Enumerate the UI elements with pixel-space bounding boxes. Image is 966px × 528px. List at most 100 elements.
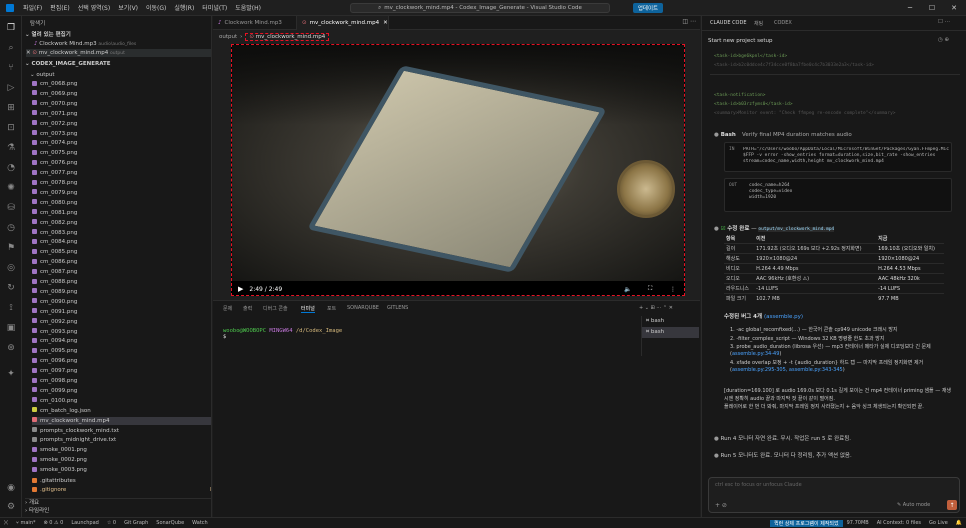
search-icon[interactable]: ⌕ <box>5 42 17 54</box>
remote-icon[interactable]: ⊡ <box>5 122 17 134</box>
volume-icon[interactable]: 🔈 <box>624 286 631 293</box>
testing-icon[interactable]: ⚗ <box>5 142 17 154</box>
tab-mv-clockwork-mind-mp4[interactable]: ⊙ mv_clockwork_mind.mp4 ✕ <box>297 16 389 30</box>
menu-run[interactable]: 실행(R) <box>170 3 198 12</box>
file-item[interactable]: cm_0100.png <box>32 397 211 405</box>
extensions-icon[interactable]: ⊞ <box>5 102 17 114</box>
menu-edit[interactable]: 편집(E) <box>46 3 74 12</box>
file-item[interactable]: cm_0090.png <box>32 298 211 306</box>
history-icon[interactable]: ↻ <box>5 282 17 294</box>
bell-icon[interactable]: 🔔 <box>952 520 966 526</box>
settings-gear-icon[interactable]: ⚙ <box>5 501 17 513</box>
star-status[interactable]: ☆ 0 <box>103 520 120 526</box>
run-debug-icon[interactable]: ▷ <box>5 82 17 94</box>
menu-view[interactable]: 보기(V) <box>114 3 142 12</box>
breadcrumb-file[interactable]: ⊙ mv_clockwork_mind.mp4 <box>245 32 330 41</box>
file-item[interactable]: cm_0093.png <box>32 328 211 336</box>
notification-badge[interactable]: 퀵런 상제 프로그램이 제작되었 <box>770 519 843 527</box>
chat-input-box[interactable]: ctrl esc to focus or unfocus Claude + ⊘ … <box>708 477 960 513</box>
maximize-icon[interactable]: ☐ <box>922 0 942 16</box>
timeline-icon[interactable]: ◷ <box>5 222 17 234</box>
file-item[interactable]: cm_0084.png <box>32 238 211 246</box>
menu-terminal[interactable]: 터미널(T) <box>198 3 231 12</box>
file-item[interactable]: cm_0092.png <box>32 318 211 326</box>
terminal-prompt[interactable]: woobo@WOOBOPC MINGW64 /d/Codex_Image $ <box>223 328 342 340</box>
tab-claude-code[interactable]: CLAUDE CODE <box>710 20 747 26</box>
timeline-section[interactable]: › 타임라인 <box>25 507 211 515</box>
file-item[interactable]: cm_0089.png <box>32 288 211 296</box>
tab-clockwork-mind-mp3[interactable]: ♪ Clockwork Mind.mp3 <box>213 16 297 30</box>
tab-problems[interactable]: 문제 <box>223 305 232 312</box>
close-icon[interactable]: ✕ <box>944 0 964 16</box>
play-icon[interactable]: ▶ <box>238 285 243 293</box>
account-icon[interactable]: ◉ <box>5 482 17 494</box>
sonar-icon[interactable]: ◎ <box>5 262 17 274</box>
file-item[interactable]: cm_0082.png <box>32 219 211 227</box>
watch-status[interactable]: Watch <box>188 520 212 526</box>
outline-section[interactable]: › 개요 <box>25 498 211 506</box>
file-item[interactable]: cm_0094.png <box>32 337 211 345</box>
file-item[interactable]: smoke_0001.png <box>32 446 211 454</box>
file-item[interactable]: prompts_midnight_drive.txt <box>32 436 211 444</box>
terminal-item[interactable]: ⌗ bash <box>642 327 699 338</box>
file-item[interactable]: cm_0083.png <box>32 229 211 237</box>
file-item[interactable]: cm_0099.png <box>32 387 211 395</box>
file-item[interactable]: cm_0087.png <box>32 268 211 276</box>
bookmark-icon[interactable]: ⚑ <box>5 242 17 254</box>
tab-sonarqube[interactable]: SONARQUBE <box>347 305 379 311</box>
open-editor-item[interactable]: ✕ ⊙ mv_clockwork_mind.mp4 output <box>26 49 211 57</box>
file-item[interactable]: cm_0079.png <box>32 189 211 197</box>
tab-ports[interactable]: 포트 <box>327 305 336 312</box>
folder-output[interactable]: ⌄ output <box>30 71 211 79</box>
go-live-status[interactable]: Go Live <box>925 520 952 526</box>
file-item[interactable]: cm_0069.png <box>32 90 211 98</box>
file-item[interactable]: cm_0085.png <box>32 248 211 256</box>
file-item[interactable]: cm_0091.png <box>32 308 211 316</box>
close-icon[interactable]: ✕ <box>383 20 388 26</box>
menu-selection[interactable]: 선택 영역(S) <box>74 3 114 12</box>
file-item[interactable]: cm_0074.png <box>32 139 211 147</box>
sonarqube-status[interactable]: SonarQube <box>152 520 188 526</box>
command-center[interactable]: ⌕ mv_clockwork_mind.mp4 - Codex_Image_Ge… <box>350 3 610 13</box>
menu-file[interactable]: 파일(F) <box>19 3 46 12</box>
file-item[interactable]: cm_0081.png <box>32 209 211 217</box>
claude-icon[interactable]: ✺ <box>5 182 17 194</box>
video-player[interactable]: ▶ 2:49 / 2:49 🔈 ⛶ ⋮ <box>231 44 685 296</box>
new-terminal-icon[interactable]: + ⌄ ⊞ ⋯ ⌃ ✕ <box>639 305 673 311</box>
file-gitignore[interactable]: .gitignoreM <box>32 486 211 494</box>
gitlens-icon[interactable]: ◔ <box>5 162 17 174</box>
git-graph-status[interactable]: Git Graph <box>120 520 152 526</box>
file-item[interactable]: cm_0096.png <box>32 357 211 365</box>
history-icon[interactable]: ◷ ⊕ <box>938 37 949 43</box>
container-icon[interactable]: ▣ <box>5 322 17 334</box>
file-item[interactable]: smoke_0003.png <box>32 466 211 474</box>
sparkle-icon[interactable]: ✦ <box>5 368 17 380</box>
problems-status[interactable]: ⊗ 0 ⚠ 0 <box>40 520 68 526</box>
send-icon[interactable]: ↑ <box>947 500 957 510</box>
auto-mode-toggle[interactable]: ✎ Auto mode <box>897 502 930 508</box>
tab-output[interactable]: 출력 <box>243 305 252 312</box>
panel-actions-icon[interactable]: ☐ ⋯ <box>938 19 950 25</box>
file-item[interactable]: cm_0086.png <box>32 258 211 266</box>
open-editors-section[interactable]: ⌄ 열려 있는 편집기 <box>25 31 211 39</box>
breadcrumb-folder[interactable]: output <box>219 34 237 40</box>
file-item[interactable]: cm_0080.png <box>32 199 211 207</box>
menu-help[interactable]: 도움말(H) <box>231 3 265 12</box>
file-item[interactable]: smoke_0002.png <box>32 456 211 464</box>
explorer-icon[interactable]: ❐ <box>5 22 17 34</box>
file-item[interactable]: mv_clockwork_mind.mp4 <box>32 416 211 425</box>
tab-codex[interactable]: CODEX <box>774 20 792 26</box>
menu-go[interactable]: 이동(G) <box>142 3 170 12</box>
update-button[interactable]: 업데이트 <box>633 3 663 13</box>
add-attachment-icon[interactable]: + ⊘ <box>715 502 727 509</box>
file-item[interactable]: cm_0088.png <box>32 278 211 286</box>
file-item[interactable]: cm_0070.png <box>32 100 211 108</box>
database-icon[interactable]: ⛁ <box>5 202 17 214</box>
file-item[interactable]: cm_0077.png <box>32 169 211 177</box>
project-section[interactable]: ⌄ CODEX_IMAGE_GENERATE <box>25 60 211 68</box>
tab-debug-console[interactable]: 디버그 콘솔 <box>263 305 288 312</box>
file-item[interactable]: cm_0098.png <box>32 377 211 385</box>
file-item[interactable]: cm_0073.png <box>32 130 211 138</box>
codex-icon[interactable]: ⊛ <box>5 342 17 354</box>
graph-icon[interactable]: ⟟ <box>5 302 17 314</box>
